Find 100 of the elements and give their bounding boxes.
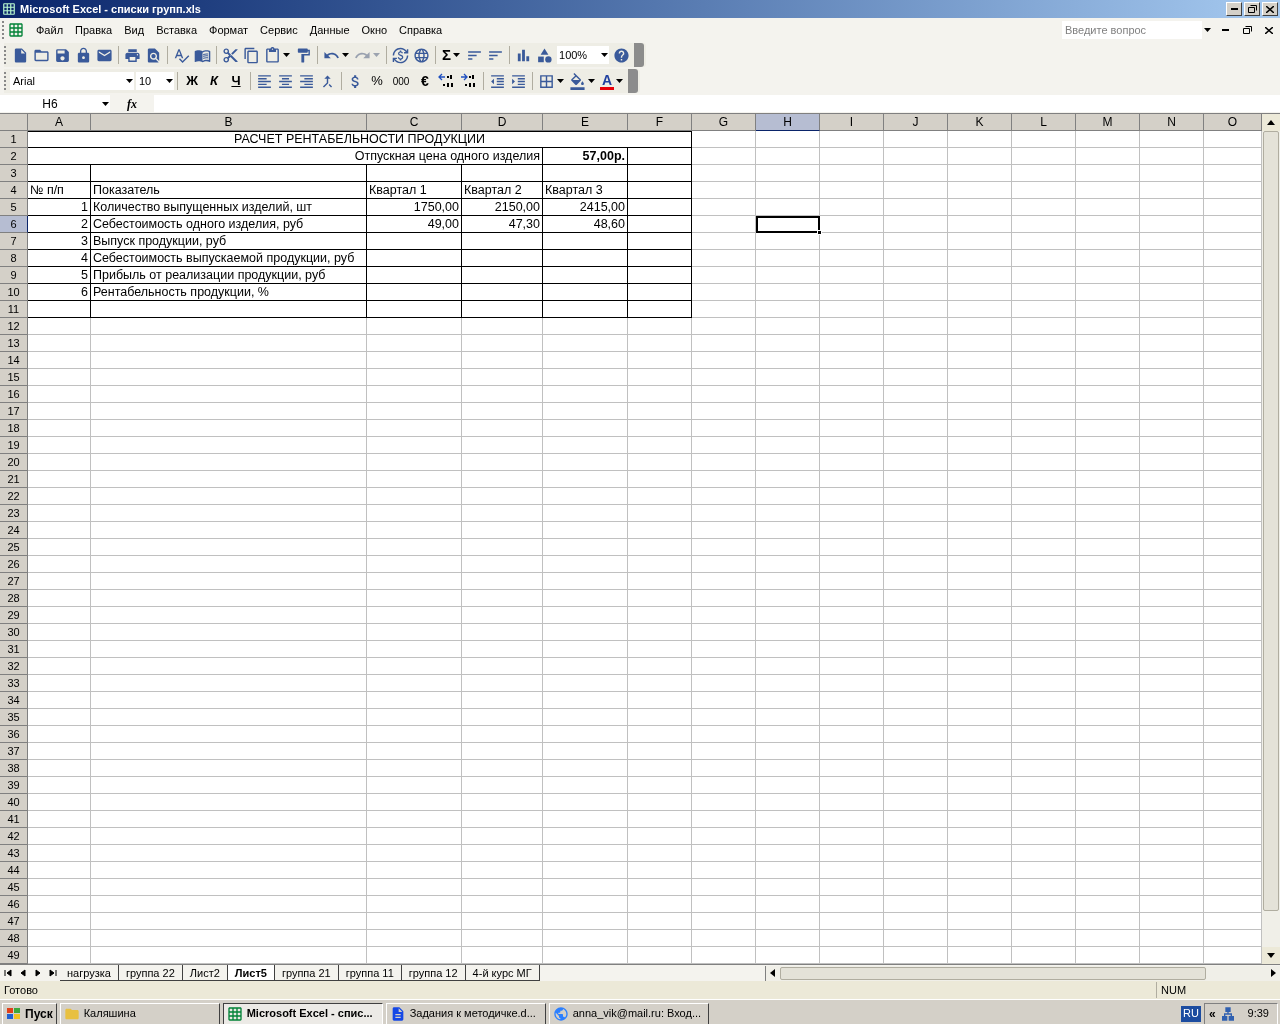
row-header[interactable]: 20 bbox=[0, 454, 28, 471]
row-header[interactable]: 5 bbox=[0, 199, 28, 216]
scroll-down-button[interactable] bbox=[1262, 947, 1280, 964]
fill-color-button[interactable] bbox=[567, 70, 598, 92]
menu-item[interactable]: Окно bbox=[355, 20, 394, 40]
row-header[interactable]: 25 bbox=[0, 539, 28, 556]
percent-button[interactable]: % bbox=[366, 70, 388, 92]
row-header[interactable]: 17 bbox=[0, 403, 28, 420]
row-header[interactable]: 34 bbox=[0, 692, 28, 709]
restore-button[interactable] bbox=[1244, 2, 1260, 16]
row-header[interactable]: 36 bbox=[0, 726, 28, 743]
menu-item[interactable]: Файл bbox=[30, 20, 70, 40]
minimize-button[interactable] bbox=[1226, 2, 1242, 16]
sheet-tab[interactable]: Лист5 bbox=[227, 965, 275, 981]
row-header[interactable]: 49 bbox=[0, 947, 28, 964]
function-button[interactable]: fx bbox=[110, 94, 154, 113]
active-cell[interactable] bbox=[756, 216, 820, 233]
sheet-tab[interactable]: группа 22 bbox=[118, 965, 183, 981]
font-color-button[interactable]: A bbox=[598, 70, 626, 92]
row-header[interactable]: 42 bbox=[0, 828, 28, 845]
network-icon[interactable] bbox=[1219, 1005, 1236, 1022]
row-header[interactable]: 13 bbox=[0, 335, 28, 352]
close-button[interactable] bbox=[1262, 2, 1278, 16]
start-button[interactable]: Пуск bbox=[2, 1002, 57, 1024]
row-header[interactable]: 29 bbox=[0, 607, 28, 624]
row-header[interactable]: 9 bbox=[0, 267, 28, 284]
sheet-tab[interactable]: Лист2 bbox=[182, 965, 228, 981]
row-header[interactable]: 37 bbox=[0, 743, 28, 760]
row-header[interactable]: 47 bbox=[0, 913, 28, 930]
scroll-up-button[interactable] bbox=[1262, 114, 1280, 131]
show-hidden-icons-button[interactable]: « bbox=[1208, 1004, 1216, 1023]
bold-button[interactable]: Ж bbox=[181, 70, 203, 92]
row-header[interactable]: 24 bbox=[0, 522, 28, 539]
menu-item[interactable]: Правка bbox=[69, 20, 119, 40]
row-header[interactable]: 44 bbox=[0, 862, 28, 879]
font-dropdown[interactable]: Arial bbox=[10, 72, 134, 90]
row-header[interactable]: 40 bbox=[0, 794, 28, 811]
row-header[interactable]: 22 bbox=[0, 488, 28, 505]
taskbar-item[interactable]: anna_vik@mail.ru: Вход... bbox=[548, 1002, 709, 1024]
column-header[interactable]: N bbox=[1140, 114, 1204, 131]
row-header[interactable]: 48 bbox=[0, 930, 28, 947]
row-header[interactable]: 12 bbox=[0, 318, 28, 335]
row-header[interactable]: 31 bbox=[0, 641, 28, 658]
zoom-dropdown[interactable]: 100% bbox=[557, 46, 609, 64]
row-header[interactable]: 30 bbox=[0, 624, 28, 641]
row-header[interactable]: 28 bbox=[0, 590, 28, 607]
menu-item[interactable]: Данные bbox=[303, 20, 356, 40]
taskbar-item[interactable]: Microsoft Excel - спис... bbox=[222, 1002, 383, 1024]
column-header[interactable]: I bbox=[820, 114, 884, 131]
column-header[interactable]: C bbox=[367, 114, 462, 131]
column-header[interactable]: F bbox=[628, 114, 692, 131]
column-header[interactable]: J bbox=[884, 114, 948, 131]
name-box[interactable]: H6 bbox=[0, 95, 110, 112]
row-header[interactable]: 1 bbox=[0, 131, 28, 148]
row-header[interactable]: 35 bbox=[0, 709, 28, 726]
language-indicator[interactable]: RU bbox=[1181, 1005, 1201, 1022]
column-header[interactable]: B bbox=[91, 114, 367, 131]
row-header[interactable]: 2 bbox=[0, 148, 28, 165]
menu-item[interactable]: Справка bbox=[393, 20, 449, 40]
row-header[interactable]: 27 bbox=[0, 573, 28, 590]
row-header[interactable]: 14 bbox=[0, 352, 28, 369]
column-header[interactable]: K bbox=[948, 114, 1012, 131]
column-header[interactable]: D bbox=[462, 114, 543, 131]
column-header[interactable]: A bbox=[28, 114, 91, 131]
row-header[interactable]: 15 bbox=[0, 369, 28, 386]
column-header[interactable]: M bbox=[1076, 114, 1140, 131]
menu-item[interactable]: Сервис bbox=[254, 20, 304, 40]
sheet-tab[interactable]: группа 21 bbox=[274, 965, 339, 981]
row-header[interactable]: 3 bbox=[0, 165, 28, 182]
thousands-button[interactable]: 000 bbox=[388, 70, 414, 92]
select-all-corner[interactable] bbox=[0, 114, 28, 131]
tab-scroll-icon[interactable] bbox=[48, 969, 57, 977]
row-header[interactable]: 32 bbox=[0, 658, 28, 675]
underline-button[interactable]: Ч bbox=[225, 70, 247, 92]
autosum-button[interactable]: Σ bbox=[439, 44, 464, 66]
row-header[interactable]: 41 bbox=[0, 811, 28, 828]
row-header[interactable]: 7 bbox=[0, 233, 28, 250]
vertical-scrollbar[interactable] bbox=[1262, 131, 1280, 964]
menu-item[interactable]: Вставка bbox=[150, 20, 203, 40]
column-header[interactable]: O bbox=[1204, 114, 1262, 131]
column-header[interactable]: H bbox=[756, 114, 820, 131]
sheet-tab[interactable]: 4-й курс МГ bbox=[465, 965, 540, 981]
row-header[interactable]: 8 bbox=[0, 250, 28, 267]
euro-button[interactable]: € bbox=[414, 70, 436, 92]
row-header[interactable]: 11 bbox=[0, 301, 28, 318]
row-header[interactable]: 16 bbox=[0, 386, 28, 403]
row-header[interactable]: 21 bbox=[0, 471, 28, 488]
help-search-field[interactable]: Введите вопрос bbox=[1062, 21, 1202, 39]
sheet-tab[interactable]: нагрузка bbox=[60, 965, 119, 981]
row-header[interactable]: 45 bbox=[0, 879, 28, 896]
row-header[interactable]: 6 bbox=[0, 216, 28, 233]
taskbar-item[interactable]: Каляшина bbox=[59, 1002, 220, 1024]
menu-item[interactable]: Формат bbox=[203, 20, 255, 40]
row-header[interactable]: 43 bbox=[0, 845, 28, 862]
column-header[interactable]: G bbox=[692, 114, 756, 131]
column-header[interactable]: L bbox=[1012, 114, 1076, 131]
row-header[interactable]: 19 bbox=[0, 437, 28, 454]
row-header[interactable]: 18 bbox=[0, 420, 28, 437]
font-size-dropdown[interactable]: 10 bbox=[136, 72, 174, 90]
row-header[interactable]: 33 bbox=[0, 675, 28, 692]
